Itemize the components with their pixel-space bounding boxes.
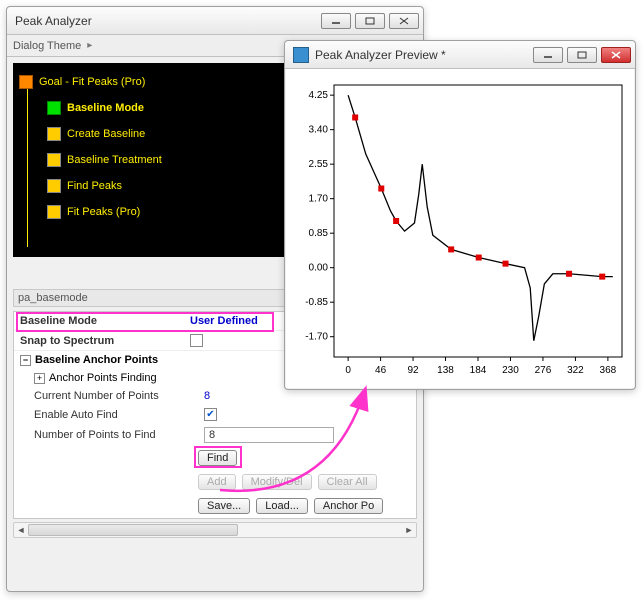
svg-text:4.25: 4.25 [309,90,329,101]
svg-text:0: 0 [345,365,351,376]
current-points-value: 8 [204,390,210,402]
enable-auto-label: Enable Auto Find [34,409,204,421]
clear-button[interactable]: Clear All [318,474,377,490]
enable-auto-row: Enable Auto Find ✔ [28,405,416,424]
baseline-mode-label: Baseline Mode [20,315,190,327]
tree-node-icon [19,75,33,89]
load-button[interactable]: Load... [256,498,308,514]
preview-minimize-button[interactable] [533,47,563,63]
preview-plot[interactable]: -1.70 -0.85 0.00 0.85 1.70 2.55 3.40 4.25 0 46 92 1… [292,75,632,385]
tree-node-icon [47,205,61,219]
svg-text:-1.70: -1.70 [305,332,328,343]
svg-text:1.70: 1.70 [309,194,329,205]
preview-maximize-button[interactable] [567,47,597,63]
svg-text:3.40: 3.40 [309,125,329,136]
snap-label: Snap to Spectrum [20,335,190,347]
preview-body: -1.70 -0.85 0.00 0.85 1.70 2.55 3.40 4.25 0 46 92 1… [286,69,634,388]
anchor-finding-label: Anchor Points Finding [49,372,157,384]
tree-item-label: Baseline Treatment [67,154,162,166]
tree-root-label: Goal - Fit Peaks (Pro) [39,76,145,88]
current-points-label: Current Number of Points [34,390,204,402]
svg-text:92: 92 [407,365,419,376]
save-button[interactable]: Save... [198,498,250,514]
tree-item-label: Baseline Mode [67,102,144,114]
preview-close-button[interactable] [601,47,631,63]
svg-text:184: 184 [470,365,487,376]
num-to-find-input[interactable]: 8 [204,427,334,443]
preview-title: Peak Analyzer Preview * [315,48,533,62]
app-icon [293,47,309,63]
anchor-group: + Anchor Points Finding Current Number o… [14,369,416,518]
expand-icon[interactable]: − [20,355,31,366]
svg-text:276: 276 [535,365,552,376]
svg-text:0.85: 0.85 [309,228,329,239]
enable-auto-checkbox[interactable]: ✔ [204,408,217,421]
svg-text:46: 46 [375,365,387,376]
main-title: Peak Analyzer [15,14,321,28]
svg-text:0.00: 0.00 [309,263,329,274]
io-row: Save... Load... Anchor Po [28,494,416,518]
num-to-find-label: Number of Points to Find [34,429,204,441]
scrollbar-thumb[interactable] [28,524,238,536]
close-button[interactable] [389,13,419,29]
tree-item-label: Fit Peaks (Pro) [67,206,140,218]
svg-text:2.55: 2.55 [309,159,329,170]
main-titlebar[interactable]: Peak Analyzer [7,7,423,35]
dialog-theme-label: Dialog Theme [13,40,81,52]
maximize-button[interactable] [355,13,385,29]
baseline-mode-dropdown[interactable]: User Defined [190,315,258,327]
minimize-button[interactable] [321,13,351,29]
tree-item-label: Find Peaks [67,180,122,192]
svg-text:322: 322 [567,365,584,376]
scroll-left-icon[interactable]: ◄ [15,524,27,536]
svg-text:138: 138 [437,365,454,376]
edit-row: Add Modify/Del Clear All [28,470,416,494]
find-row: Find [28,446,416,470]
theme-menu-icon[interactable]: ▸ [87,40,92,51]
tree-node-icon [47,101,61,115]
modify-button[interactable]: Modify/Del [242,474,312,490]
num-to-find-row: Number of Points to Find 8 [28,424,416,446]
svg-text:230: 230 [502,365,519,376]
find-button[interactable]: Find [198,450,237,466]
svg-text:368: 368 [600,365,617,376]
anchor-header-label: Baseline Anchor Points [35,354,158,366]
svg-text:-0.85: -0.85 [305,297,328,308]
tree-node-icon [47,127,61,141]
tree-node-icon [47,179,61,193]
scroll-right-icon[interactable]: ► [403,524,415,536]
preview-titlebar[interactable]: Peak Analyzer Preview * [285,41,635,69]
add-button[interactable]: Add [198,474,236,490]
horizontal-scrollbar[interactable]: ◄ ► [13,522,417,538]
expand-icon[interactable]: + [34,373,45,384]
tree-item-label: Create Baseline [67,128,145,140]
tree-node-icon [47,153,61,167]
snap-checkbox[interactable] [190,334,203,347]
anchor-points-button[interactable]: Anchor Po [314,498,383,514]
preview-window: Peak Analyzer Preview * -1.70 -0.85 0.00 0.… [284,40,636,390]
